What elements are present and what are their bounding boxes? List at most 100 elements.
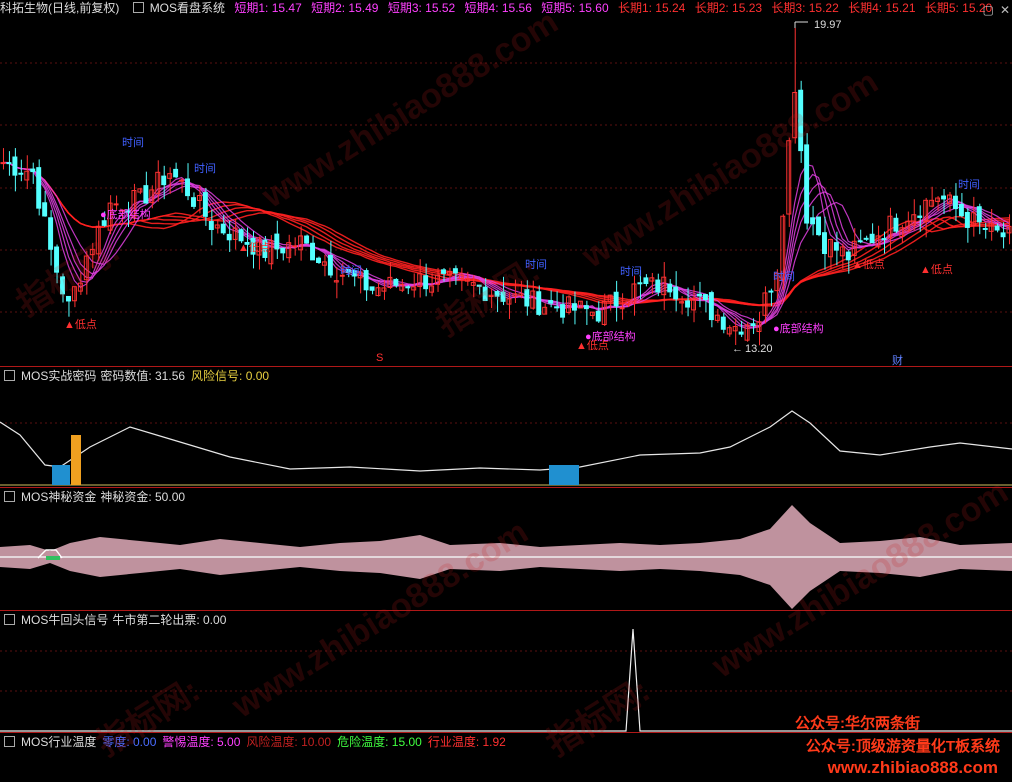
candle-body [822, 232, 827, 254]
candle-body [845, 251, 851, 261]
candle-body [208, 221, 214, 231]
candle-body [816, 216, 822, 236]
candle-body [536, 291, 542, 315]
temp-danger: 危险温度: 15.00 [337, 735, 422, 749]
candle-body [310, 242, 316, 261]
dijiegou-annotation: ●底部结构 [773, 321, 824, 335]
candle-body [833, 242, 839, 251]
promo-line-3: www.zhibiao888.com [827, 758, 998, 777]
candle-body [768, 290, 774, 293]
candle-body [643, 277, 649, 284]
zijin-area-chart [0, 505, 1012, 609]
temp-risk: 风险温度: 10.00 [246, 735, 332, 749]
didian-annotation: ▲低点 [920, 263, 953, 276]
candle-body [952, 195, 958, 210]
candle-body [637, 282, 643, 285]
temp-industry: 行业温度: 1.92 [427, 735, 506, 749]
dijiegou-annotation: ●底部结构 [100, 207, 151, 221]
candle-body [238, 229, 244, 242]
candle-body [804, 144, 810, 224]
shijian-annotation: 时间 [773, 270, 795, 283]
candle-body [982, 227, 988, 230]
candle-body [673, 286, 679, 300]
promo-line-2: 公众号:顶级游资量化T板系统 [805, 738, 1000, 755]
candle-body [441, 269, 446, 274]
candle-body [369, 286, 375, 291]
candle-body [30, 168, 36, 173]
shijian-annotation: 时间 [958, 178, 980, 191]
candle-body [190, 197, 196, 207]
candle-body [405, 286, 411, 289]
candle-body [6, 162, 12, 165]
candle-body [917, 215, 923, 218]
panel4-header: MOS行业温度 零度: 0.00 警惕温度: 5.00 风险温度: 10.00 危险温度… [0, 734, 512, 750]
promo-line-1: 公众号:华尔两条街 [795, 715, 920, 732]
mima-line [0, 410, 1012, 472]
candle-body [113, 203, 119, 206]
candle-body [595, 310, 601, 322]
candle-body [941, 195, 947, 200]
candle-body [786, 140, 792, 215]
candle-body [810, 217, 816, 225]
didian-annotation: ▲低点 [852, 258, 885, 271]
candle-body [881, 238, 887, 241]
candle-body [655, 279, 661, 293]
candle-body [143, 185, 149, 204]
signal-bar-blue [549, 465, 579, 485]
candle-body [161, 175, 167, 186]
candle-body [494, 291, 500, 297]
candle-body [613, 291, 619, 307]
candle-body [179, 179, 185, 182]
candle-body [274, 233, 280, 250]
shijian-annotation: 时间 [620, 265, 642, 278]
temp-alert: 警惕温度: 5.00 [162, 735, 241, 749]
candle-body [327, 254, 333, 276]
candle-body [685, 300, 691, 308]
candle-body [476, 284, 482, 287]
candle-body [452, 268, 458, 274]
candle-body [1000, 232, 1006, 238]
mima-line-chart [0, 410, 1012, 486]
candle-body [101, 220, 107, 226]
candle-body [316, 257, 321, 263]
candle-body [994, 225, 1000, 231]
candle-body [18, 172, 24, 175]
candle-body [750, 323, 756, 327]
low-price-label: 13.20 [745, 343, 773, 355]
candle-body [893, 217, 899, 232]
candle-body [423, 275, 429, 290]
candle-body [173, 168, 179, 178]
candle-body [571, 303, 577, 311]
shijian-annotation: 时间 [122, 136, 144, 149]
candlestick-chart[interactable]: 时间时间时间 时间时间 时间时间●底部结构●底部结构●底部结构▲低点▲低点▲低点▲低… [0, 0, 1012, 366]
candle-body [667, 283, 673, 293]
candle-body [964, 211, 970, 228]
candle-body [524, 289, 530, 307]
short-ma-line [2, 162, 1010, 327]
candle-body [702, 294, 708, 301]
candle-body [280, 247, 286, 254]
panel4-toggle-icon[interactable] [4, 736, 15, 748]
candle-body [202, 192, 208, 217]
candle-body [60, 276, 65, 295]
didian-annotation: ▲低点 [576, 339, 609, 352]
candle-body [0, 162, 6, 165]
candle-body [500, 291, 506, 302]
candle-body [720, 316, 726, 330]
main-price-panel: 科拓生物(日线,前复权) MOS看盘系统 短期1: 15.47 短期2: 15.… [0, 0, 1012, 367]
high-price-label: 19.97 [814, 19, 842, 31]
signal-bar-blue [52, 465, 70, 485]
signal-bar-orange [71, 435, 81, 485]
candle-body [976, 206, 982, 223]
candle-body [12, 156, 18, 176]
temp-zero: 零度: 0.00 [102, 735, 157, 749]
candle-body [560, 304, 566, 318]
candle-body [869, 233, 875, 244]
candle-body [548, 300, 554, 304]
candle-body [42, 202, 48, 217]
panel4-name[interactable]: MOS行业温度 [21, 735, 96, 749]
candle-body [54, 246, 60, 273]
candle-body [929, 199, 935, 207]
didian-annotation: ▲低点 [238, 241, 271, 254]
s-marker[interactable]: S [376, 352, 383, 364]
